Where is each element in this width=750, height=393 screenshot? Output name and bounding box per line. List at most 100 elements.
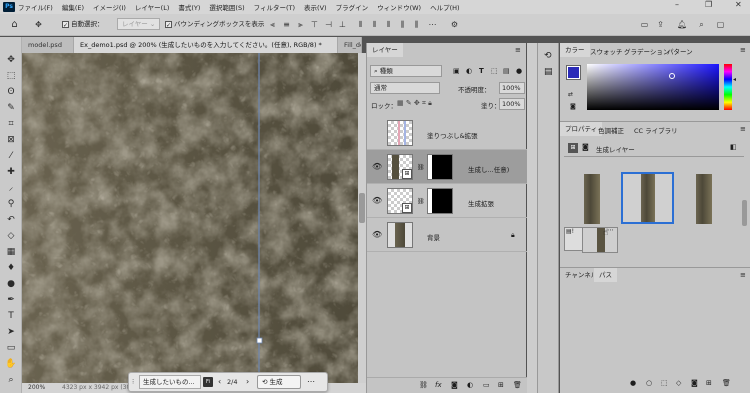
opacity-input[interactable]: 100% bbox=[499, 82, 525, 94]
restore-icon[interactable]: ❐ bbox=[705, 0, 712, 9]
tab-layers[interactable]: レイヤー bbox=[367, 43, 403, 57]
menu-layer[interactable]: レイヤー(L) bbox=[135, 2, 170, 12]
eye-icon[interactable]: 👁︎ bbox=[372, 162, 382, 171]
layer-name[interactable]: 背景 bbox=[427, 232, 440, 242]
panel-menu-icon[interactable]: ≡ bbox=[740, 46, 746, 54]
new-path-icon[interactable]: ⊞ bbox=[706, 379, 712, 387]
bell-icon[interactable]: 🔔︎ bbox=[677, 20, 687, 29]
move-tool-icon[interactable]: ✥ bbox=[5, 54, 17, 66]
add-mask-icon[interactable]: ◙ bbox=[691, 379, 698, 387]
auto-select-checkbox[interactable]: 自動選択： bbox=[62, 17, 104, 33]
gear-icon[interactable]: ⚙ bbox=[450, 20, 459, 29]
history-brush-icon[interactable]: ↶ bbox=[5, 214, 17, 226]
menu-filter[interactable]: フィルター(T) bbox=[254, 2, 295, 12]
crop-tool-icon[interactable]: ⌗ bbox=[5, 118, 17, 130]
quick-select-tool-icon[interactable]: ✎ bbox=[5, 102, 17, 114]
move-tool-icon[interactable]: ✥ bbox=[34, 20, 43, 29]
rectangle-tool-icon[interactable]: ▭ bbox=[5, 342, 17, 354]
search-icon[interactable]: ⌕ bbox=[697, 20, 706, 29]
filter-smart-icon[interactable]: ▤ bbox=[503, 67, 510, 75]
trash-icon[interactable]: 🗑︎ bbox=[722, 379, 731, 387]
tab-paths[interactable]: パス bbox=[594, 268, 617, 282]
tab-cc-libraries[interactable]: CC ライブラリ bbox=[634, 125, 678, 135]
pen-tool-icon[interactable]: ✒ bbox=[5, 294, 17, 306]
layer-row[interactable]: 👁︎ ⊞ ⛓ 生成拡張 bbox=[367, 184, 527, 218]
layer-row[interactable]: 👁︎ ⊞ ⛓ 生成し...任意) bbox=[367, 150, 527, 184]
layer-name[interactable]: 生成拡張 bbox=[468, 198, 494, 208]
document-canvas[interactable] bbox=[22, 53, 358, 383]
next-icon[interactable]: › bbox=[246, 377, 249, 386]
minimize-icon[interactable]: – bbox=[675, 0, 679, 9]
tab-swatches[interactable]: スウォッチ bbox=[590, 46, 623, 56]
stamp-tool-icon[interactable]: ⚲ bbox=[5, 198, 17, 210]
eye-icon[interactable]: 👁︎ bbox=[372, 196, 382, 205]
menu-help[interactable]: ヘルプ(H) bbox=[430, 2, 459, 12]
link-icon[interactable]: ⛓ bbox=[417, 198, 425, 205]
tab-model[interactable]: model.psd bbox=[22, 37, 74, 53]
checkbox-icon[interactable] bbox=[165, 19, 172, 33]
filter-adjustment-icon[interactable]: ◐ bbox=[466, 67, 472, 75]
visibility-off-icon[interactable]: ◉ bbox=[372, 128, 379, 137]
lock-options-icon[interactable]: ▦ ✎ ✥ ⌗ 🔒︎ bbox=[397, 99, 432, 108]
variation-thumbnail-1[interactable] bbox=[584, 174, 600, 224]
tab-properties[interactable]: プロパティ bbox=[560, 122, 603, 136]
drag-handle-icon[interactable]: ⁝ bbox=[132, 378, 134, 386]
history-icon[interactable]: ⟲ bbox=[544, 51, 552, 61]
scroll-thumb[interactable] bbox=[742, 200, 747, 226]
comments-icon[interactable]: ▤ bbox=[544, 67, 553, 77]
share-icon[interactable]: ⇪ bbox=[656, 20, 665, 29]
menu-plugins[interactable]: プラグイン bbox=[336, 2, 369, 12]
align-center-icon[interactable]: ≡ bbox=[282, 20, 291, 29]
prev-icon[interactable]: ‹ bbox=[218, 377, 221, 386]
menu-type[interactable]: 書式(Y) bbox=[178, 2, 200, 12]
align-middle-icon[interactable]: ⊣ bbox=[324, 20, 333, 29]
distribute-5-icon[interactable]: ⫼ bbox=[412, 20, 421, 29]
tab-fill-de[interactable]: Fill_de bbox=[338, 37, 362, 53]
link-layers-icon[interactable]: ⛓ bbox=[419, 381, 428, 389]
layer-row[interactable]: ◉ 塗りつぶし&拡張 bbox=[367, 116, 527, 150]
bounding-box-checkbox[interactable]: バウンディングボックスを表示 bbox=[165, 17, 264, 33]
tab-adjustments[interactable]: 色調補正 bbox=[598, 125, 624, 135]
link-icon[interactable]: ⛓ bbox=[417, 164, 425, 171]
stroke-path-icon[interactable]: ○ bbox=[646, 379, 652, 387]
mask-mode-icon[interactable]: ◙ bbox=[582, 143, 589, 151]
auto-select-target-dropdown[interactable]: レイヤー ⌄ bbox=[117, 18, 161, 30]
default-colors-icon[interactable]: ◙ bbox=[570, 103, 576, 110]
path-select-tool-icon[interactable]: ➤ bbox=[5, 326, 17, 338]
align-bottom-icon[interactable]: ⊥ bbox=[338, 20, 347, 29]
more-icon[interactable]: ⋯ bbox=[607, 226, 614, 234]
lasso-tool-icon[interactable]: ʘ bbox=[5, 86, 17, 98]
menu-image[interactable]: イメージ(I) bbox=[93, 2, 126, 12]
fill-input[interactable]: 100% bbox=[499, 98, 525, 110]
hue-slider-arrow-icon[interactable]: ◂ bbox=[733, 76, 736, 83]
align-right-icon[interactable]: ⫸ bbox=[296, 20, 305, 29]
add-mask-icon[interactable]: ◙ bbox=[451, 381, 458, 389]
trash-icon[interactable]: 🗑︎ bbox=[513, 381, 522, 389]
layer-filter-dropdown[interactable]: ⌕ 種類 bbox=[370, 65, 442, 77]
menu-window[interactable]: ウィンドウ(W) bbox=[377, 2, 421, 12]
make-path-icon[interactable]: ◇ bbox=[676, 379, 681, 387]
eyedropper-tool-icon[interactable]: ⁄ bbox=[5, 150, 17, 162]
distribute-4-icon[interactable]: ⫼ bbox=[398, 20, 407, 29]
generate-button[interactable]: ⟲ 生成 bbox=[257, 375, 301, 389]
filter-pixel-icon[interactable]: ▣ bbox=[453, 67, 460, 75]
brush-tool-icon[interactable]: ⸝ bbox=[5, 182, 17, 194]
mask-thumbnail[interactable] bbox=[427, 154, 453, 180]
close-icon[interactable]: ✕ bbox=[735, 0, 742, 9]
foreground-color-swatch[interactable] bbox=[566, 65, 581, 80]
layer-row[interactable]: 👁︎ 背景 🔒︎ bbox=[367, 218, 527, 252]
firefly-icon[interactable]: Fi bbox=[203, 377, 213, 387]
scroll-thumb[interactable] bbox=[359, 193, 365, 223]
workspace-icon[interactable]: ▭ bbox=[640, 20, 649, 29]
eraser-tool-icon[interactable]: ◇ bbox=[5, 230, 17, 242]
tab-ex-demo1[interactable]: Ex_demo1.psd @ 200% (生成したいものを入力してください。(任… bbox=[74, 37, 338, 53]
filter-shape-icon[interactable]: ⬚ bbox=[491, 67, 498, 75]
distribute-3-icon[interactable]: ⫴ bbox=[384, 20, 393, 29]
variation-thumbnail-2-selected[interactable] bbox=[621, 172, 674, 224]
color-picker-ring[interactable] bbox=[669, 73, 675, 79]
menu-select[interactable]: 選択範囲(S) bbox=[209, 2, 244, 12]
adjustment-layer-icon[interactable]: ◐ bbox=[467, 381, 473, 389]
zoom-tool-icon[interactable]: ⌕ bbox=[5, 374, 17, 386]
tab-gradients[interactable]: グラデーション bbox=[624, 46, 669, 56]
home-icon[interactable]: ⌂ bbox=[10, 20, 19, 30]
